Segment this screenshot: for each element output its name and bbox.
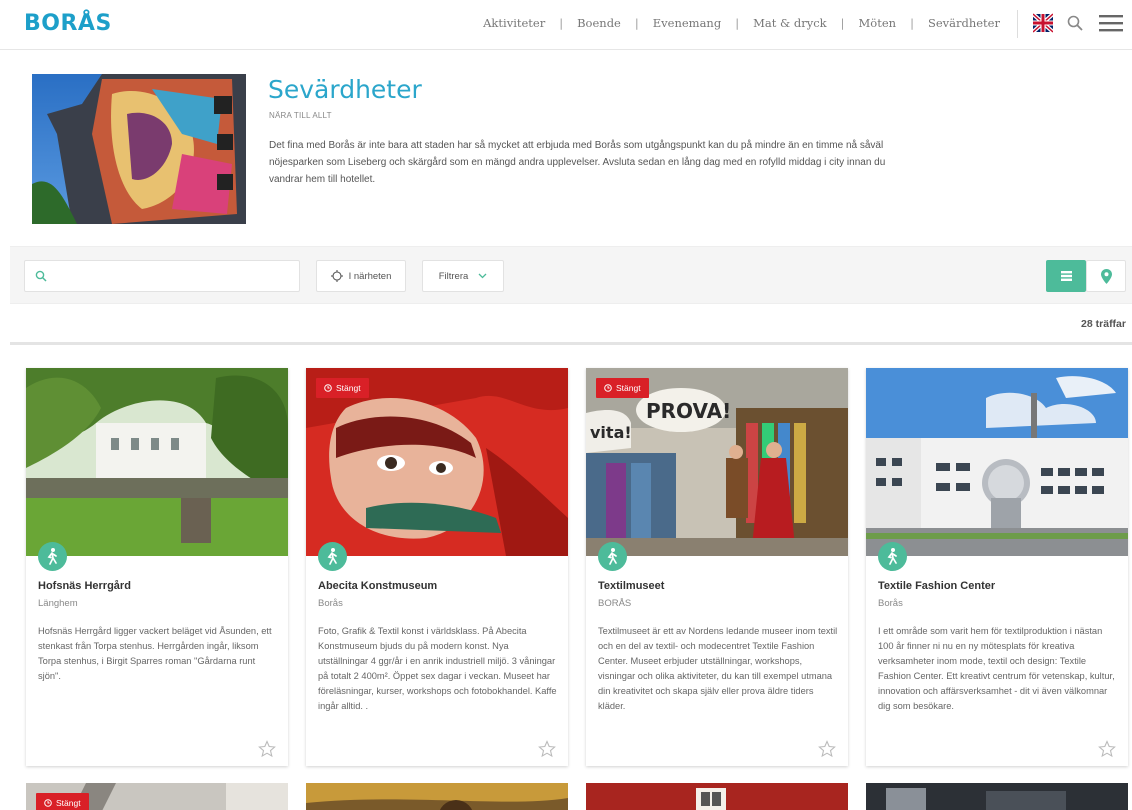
- nav-separator: |: [735, 16, 740, 30]
- attraction-card[interactable]: vita! PROVA! Stängt Textilmuseet BORÅS T…: [586, 368, 848, 766]
- search-input[interactable]: [55, 267, 285, 287]
- card-image: [586, 783, 848, 810]
- card-image-textile-fashion-center: [866, 368, 1128, 556]
- hiking-category-icon: [38, 542, 67, 571]
- svg-text:vita!: vita!: [590, 423, 632, 442]
- boras-logo[interactable]: BORÅS: [24, 11, 112, 36]
- card-image: [306, 783, 568, 810]
- card-location: Borås: [878, 598, 903, 609]
- page-subtitle: NÄRA TILL ALLT: [269, 111, 332, 120]
- card-description: Foto, Grafik & Textil konst i världsklas…: [318, 626, 557, 711]
- map-pin-icon: [1101, 269, 1112, 284]
- clock-icon: [324, 384, 332, 392]
- closed-label: Stängt: [56, 798, 81, 808]
- nearby-button[interactable]: I närheten: [316, 260, 406, 292]
- card-location: Länghem: [38, 598, 78, 609]
- search-field[interactable]: [24, 260, 300, 292]
- card-description: Textilmuseet är ett av Nordens ledande m…: [598, 626, 838, 711]
- card-title[interactable]: Abecita Konstmuseum: [318, 580, 437, 592]
- svg-text:PROVA!: PROVA!: [646, 399, 731, 423]
- list-view-button[interactable]: [1046, 260, 1086, 292]
- closed-label: Stängt: [616, 383, 641, 393]
- hiking-category-icon: [318, 542, 347, 571]
- card-title[interactable]: Hofsnäs Herrgård: [38, 580, 131, 592]
- closed-badge: Stängt: [316, 378, 369, 398]
- favorite-star-icon[interactable]: [818, 740, 836, 758]
- nav-separator: |: [559, 16, 564, 30]
- attraction-card-partial[interactable]: [306, 783, 568, 810]
- nav-item-boende[interactable]: Boende: [577, 16, 621, 30]
- card-image: [866, 783, 1128, 810]
- nav-item-aktiviteter[interactable]: Aktiviteter: [483, 16, 545, 30]
- nav-item-mat-dryck[interactable]: Mat & dryck: [753, 16, 827, 30]
- hiking-category-icon: [598, 542, 627, 571]
- intro-text: Det fina med Borås är inte bara att stad…: [269, 140, 886, 185]
- card-title[interactable]: Textile Fashion Center: [878, 580, 995, 592]
- crosshair-icon: [330, 270, 343, 282]
- card-location: Borås: [318, 598, 343, 609]
- results-count: 28 träffar: [1081, 318, 1126, 330]
- search-icon[interactable]: [1066, 14, 1084, 32]
- chevron-down-icon: [478, 273, 487, 279]
- card-image-hofsnas: [26, 368, 288, 556]
- card-title[interactable]: Textilmuseet: [598, 580, 664, 592]
- closed-label: Stängt: [336, 383, 361, 393]
- nav-item-moten[interactable]: Möten: [859, 16, 897, 30]
- nav-item-evenemang[interactable]: Evenemang: [653, 16, 721, 30]
- favorite-star-icon[interactable]: [538, 740, 556, 758]
- page-title: Sevärdheter: [268, 75, 422, 104]
- attraction-card-partial[interactable]: [866, 783, 1128, 810]
- site-header: BORÅS Aktiviteter | Boende | Evenemang |…: [0, 0, 1132, 50]
- card-location: BORÅS: [598, 598, 632, 609]
- attraction-card[interactable]: Hofsnäs Herrgård Länghem Hofsnäs Herrgår…: [26, 368, 288, 766]
- hamburger-menu-icon[interactable]: [1098, 12, 1124, 34]
- attraction-card[interactable]: Textile Fashion Center Borås I ett områd…: [866, 368, 1128, 766]
- english-flag-icon[interactable]: [1033, 13, 1053, 33]
- card-description: I ett område som varit hem för textilpro…: [878, 626, 1115, 711]
- attraction-card-partial[interactable]: [586, 783, 848, 810]
- results-divider: [10, 342, 1132, 345]
- nav-item-sevardheter[interactable]: Sevärdheter: [928, 16, 1000, 30]
- card-description: Hofsnäs Herrgård ligger vackert beläget …: [38, 626, 272, 681]
- attraction-card[interactable]: Stängt Abecita Konstmuseum Borås Foto, G…: [306, 368, 568, 766]
- hiking-category-icon: [878, 542, 907, 571]
- favorite-star-icon[interactable]: [258, 740, 276, 758]
- filter-bar: I närheten Filtrera: [10, 246, 1132, 304]
- intro-image-mural: [32, 74, 246, 224]
- header-divider: [1017, 10, 1018, 38]
- attraction-card-partial[interactable]: Stängt: [26, 783, 288, 810]
- map-view-button[interactable]: [1086, 260, 1126, 292]
- nav-separator: |: [910, 16, 914, 30]
- search-icon: [35, 270, 47, 282]
- clock-icon: [44, 799, 52, 807]
- main-nav: Aktiviteter | Boende | Evenemang | Mat &…: [483, 16, 1000, 30]
- filter-dropdown[interactable]: Filtrera: [422, 260, 504, 292]
- clock-icon: [604, 384, 612, 392]
- closed-badge: Stängt: [36, 793, 89, 810]
- closed-badge: Stängt: [596, 378, 649, 398]
- favorite-star-icon[interactable]: [1098, 740, 1116, 758]
- nav-separator: |: [840, 16, 845, 30]
- filter-label: Filtrera: [438, 270, 469, 282]
- nearby-label: I närheten: [348, 270, 392, 282]
- nav-separator: |: [634, 16, 639, 30]
- list-icon: [1061, 271, 1072, 281]
